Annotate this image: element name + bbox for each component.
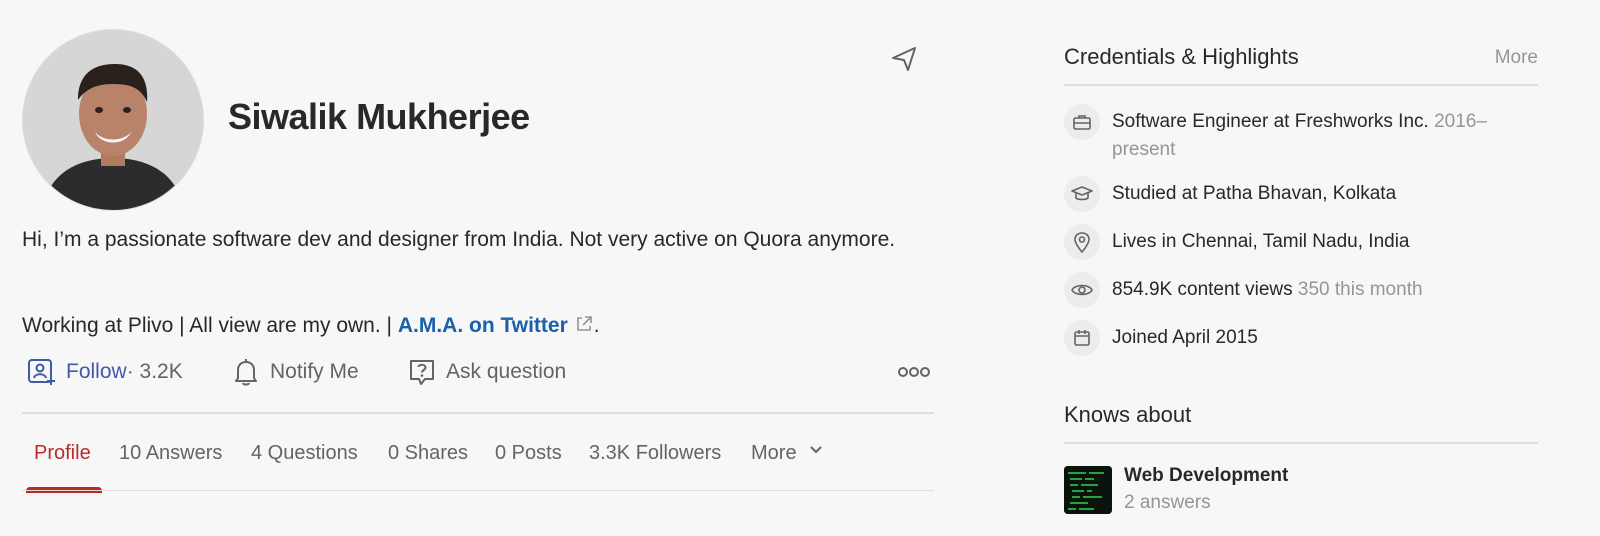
- views-count: 854.9K content views: [1112, 279, 1293, 300]
- tab-profile[interactable]: Profile: [34, 442, 91, 465]
- topic-thumbnail[interactable]: [1064, 466, 1112, 514]
- ask-question-button[interactable]: Ask question: [408, 352, 566, 392]
- chevron-down-icon: [810, 446, 822, 454]
- follow-label: Follow: [66, 360, 127, 383]
- profile-tabs: Profile 10 Answers 4 Questions 0 Shares …: [22, 430, 934, 493]
- eye-icon: [1064, 272, 1100, 308]
- ellipsis-icon: [898, 367, 930, 377]
- profile-header: Siwalik Mukherjee Hi, I’m a passionate s…: [22, 0, 934, 536]
- tab-questions[interactable]: 4 Questions: [251, 442, 358, 465]
- credential-text: Software Engineer at Freshworks Inc. 201…: [1112, 108, 1492, 164]
- tab-followers[interactable]: 3.3K Followers: [589, 442, 721, 465]
- more-options-button[interactable]: [898, 362, 930, 387]
- tab-more[interactable]: More: [751, 442, 824, 465]
- profile-actions: Follow · 3.2K Notify Me Ask question: [22, 352, 934, 392]
- tab-answers[interactable]: 10 Answers: [119, 442, 222, 465]
- share-arrow-icon: [892, 47, 916, 71]
- topic-answer-count: 2 answers: [1124, 492, 1211, 513]
- avatar[interactable]: [22, 29, 204, 211]
- follower-count: · 3.2K: [126, 360, 183, 383]
- bio-text: Working at Plivo | All view are my own. …: [22, 314, 398, 337]
- calendar-icon: [1064, 320, 1100, 356]
- profile-bio: Hi, I’m a passionate software dev and de…: [22, 228, 896, 251]
- education-text: Studied at Patha Bhavan, Kolkata: [1112, 183, 1397, 204]
- views-text: 854.9K content views 350 this month: [1112, 276, 1492, 304]
- bell-icon: [235, 359, 257, 386]
- actions-divider: [22, 412, 934, 414]
- tabs-divider: [22, 490, 934, 491]
- profile-name: Siwalik Mukherjee: [228, 96, 530, 137]
- twitter-link[interactable]: A.M.A. on Twitter: [398, 314, 568, 337]
- views-month: 350 this month: [1297, 279, 1423, 300]
- sidebar: Credentials & Highlights More Software E…: [1064, 0, 1538, 536]
- location-text: Lives in Chennai, Tamil Nadu, India: [1112, 231, 1410, 252]
- bio-period: .: [593, 314, 600, 337]
- employment-text: Software Engineer at Freshworks Inc.: [1112, 111, 1429, 132]
- knows-about-title: Knows about: [1064, 402, 1192, 427]
- tab-more-label: More: [751, 442, 797, 464]
- briefcase-icon: [1064, 104, 1100, 140]
- credentials-more-link[interactable]: More: [1495, 47, 1538, 69]
- question-bubble-icon: [410, 360, 434, 385]
- credentials-divider: [1064, 84, 1538, 86]
- credentials-title: Credentials & Highlights: [1064, 44, 1299, 69]
- code-screen-image: [1064, 466, 1112, 514]
- graduation-cap-icon: [1064, 176, 1100, 212]
- tab-shares[interactable]: 0 Shares: [388, 442, 468, 465]
- follow-button[interactable]: Follow · 3.2K: [26, 352, 183, 392]
- ask-label: Ask question: [446, 360, 567, 383]
- knows-about-divider: [1064, 442, 1538, 444]
- follow-person-icon: [28, 359, 55, 385]
- share-button[interactable]: [884, 40, 924, 76]
- tab-posts[interactable]: 0 Posts: [495, 442, 562, 465]
- location-pin-icon: [1064, 224, 1100, 260]
- notify-label: Notify Me: [270, 360, 359, 383]
- notify-me-button[interactable]: Notify Me: [232, 352, 359, 392]
- joined-text: Joined April 2015: [1112, 327, 1258, 348]
- topic-web-development[interactable]: Web Development: [1124, 465, 1288, 487]
- avatar-photo: [23, 30, 203, 210]
- external-link-icon: [574, 312, 594, 344]
- profile-bio-line2: Working at Plivo | All view are my own. …: [22, 310, 600, 344]
